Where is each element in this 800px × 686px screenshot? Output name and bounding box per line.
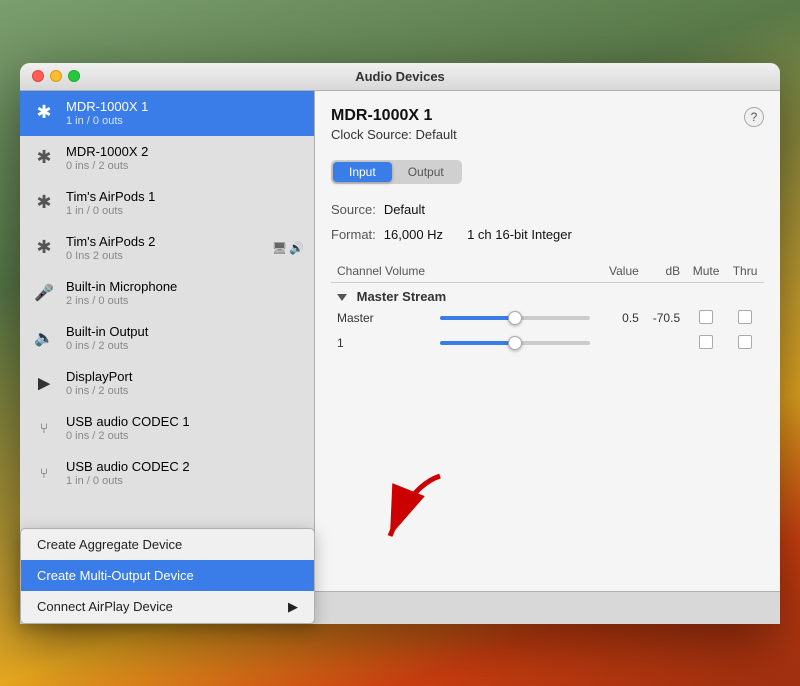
traffic-lights — [32, 70, 80, 82]
menu-item-aggregate[interactable]: Create Aggregate Device — [21, 529, 314, 560]
detail-header: MDR-1000X 1 Clock Source: Default ? — [331, 107, 764, 142]
dropdown-menu: Create Aggregate Device Create Multi-Out… — [20, 528, 315, 624]
master-channel-row: Master 0.5 -70.5 — [331, 306, 764, 331]
device-name: USB audio CODEC 2 — [66, 459, 304, 474]
format-hz: 16,000 Hz — [384, 227, 443, 242]
menu-item-airplay[interactable]: Connect AirPlay Device ▶ — [21, 591, 314, 623]
output-button[interactable]: Output — [392, 162, 460, 182]
cv-col-value: Value — [602, 260, 645, 283]
speaker-icon: 🔈 — [30, 324, 58, 352]
close-button[interactable] — [32, 70, 44, 82]
device-name: MDR-1000X 1 — [66, 99, 304, 114]
usb-icon: ⑂ — [30, 459, 58, 487]
bluetooth-icon: ✱ — [30, 189, 58, 217]
clock-source-label: Clock Source: — [331, 127, 412, 142]
device-io: 1 in / 0 outs — [66, 475, 304, 487]
source-value: Default — [384, 202, 425, 217]
device-io: 1 in / 0 outs — [66, 205, 304, 217]
cv-col-mute: Mute — [686, 260, 726, 283]
bluetooth-icon: ✱ — [30, 99, 58, 127]
master-slider-thumb[interactable] — [508, 311, 522, 325]
channel-1-slider-thumb[interactable] — [508, 336, 522, 350]
device-item-builtin-mic[interactable]: 🎤 Built-in Microphone 2 ins / 0 outs — [20, 271, 314, 316]
submenu-arrow-icon: ▶ — [288, 599, 298, 615]
master-label: Master — [331, 306, 434, 331]
device-item-displayport[interactable]: ▶ DisplayPort 0 ins / 2 outs — [20, 361, 314, 406]
bluetooth-icon: ✱ — [30, 234, 58, 262]
io-toggle: Input Output — [331, 160, 462, 184]
source-row: Source: Default — [331, 202, 764, 217]
menu-item-multi-output[interactable]: Create Multi-Output Device — [21, 560, 314, 591]
clock-source: Clock Source: Default — [331, 127, 457, 142]
master-slider-cell[interactable] — [434, 306, 601, 331]
source-label: Source: — [331, 202, 376, 217]
volume-controls: 🖥 🔊 — [272, 241, 304, 255]
channel-1-slider-cell[interactable] — [434, 331, 601, 356]
device-name: Built-in Output — [66, 324, 304, 339]
master-stream-row: Master Stream — [331, 282, 764, 306]
channel-1-slider-track — [440, 341, 590, 345]
sidebar: ✱ MDR-1000X 1 1 in / 0 outs ✱ MDR-1000X … — [20, 91, 315, 591]
channel-volume-table: Channel Volume Value dB Mute Thru Master… — [331, 260, 764, 356]
device-io: 2 ins / 0 outs — [66, 295, 304, 307]
help-button[interactable]: ? — [744, 107, 764, 127]
device-item-airpods2[interactable]: ✱ Tim's AirPods 2 0 Ins 2 outs 🖥 🔊 — [20, 226, 314, 271]
device-io: 0 ins / 2 outs — [66, 340, 304, 352]
master-value: 0.5 — [602, 306, 645, 331]
master-stream-label: Master Stream — [357, 289, 447, 304]
master-thru-checkbox[interactable] — [738, 310, 752, 324]
device-name: Built-in Microphone — [66, 279, 304, 294]
format-row: Format: 16,000 Hz 1 ch 16-bit Integer — [331, 227, 764, 242]
channel-1-label: 1 — [331, 331, 434, 356]
speaker-icon: 🔊 — [289, 241, 304, 255]
device-io: 0 Ins 2 outs — [66, 250, 272, 262]
device-io: 0 ins / 2 outs — [66, 160, 304, 172]
usb-icon: ⑂ — [30, 414, 58, 442]
device-name: DisplayPort — [66, 369, 304, 384]
cv-header-label: Channel Volume — [331, 260, 434, 283]
device-item-usb2[interactable]: ⑂ USB audio CODEC 2 1 in / 0 outs — [20, 451, 314, 496]
master-db: -70.5 — [645, 306, 686, 331]
device-name: Tim's AirPods 2 — [66, 234, 272, 249]
titlebar: Audio Devices — [20, 63, 780, 91]
clock-source-value: Default — [416, 127, 457, 142]
window-title: Audio Devices — [355, 69, 445, 84]
audio-devices-window: Audio Devices ✱ MDR-1000X 1 1 in / 0 out… — [20, 63, 780, 624]
detail-device-name: MDR-1000X 1 — [331, 107, 457, 125]
device-io: 0 ins / 2 outs — [66, 430, 304, 442]
device-item-mdr2[interactable]: ✱ MDR-1000X 2 0 ins / 2 outs — [20, 136, 314, 181]
device-item-builtin-out[interactable]: 🔈 Built-in Output 0 ins / 2 outs — [20, 316, 314, 361]
cv-col-thru: Thru — [726, 260, 764, 283]
format-bit: 1 ch 16-bit Integer — [467, 227, 572, 242]
master-slider-fill — [440, 316, 515, 320]
device-name: Tim's AirPods 1 — [66, 189, 304, 204]
device-item-mdr1[interactable]: ✱ MDR-1000X 1 1 in / 0 outs — [20, 91, 314, 136]
master-mute-checkbox[interactable] — [699, 310, 713, 324]
minimize-button[interactable] — [50, 70, 62, 82]
screen-icon: 🖥 — [272, 241, 287, 255]
master-slider-track — [440, 316, 590, 320]
channel-1-slider-fill — [440, 341, 515, 345]
device-io: 1 in / 0 outs — [66, 115, 304, 127]
bottom-toolbar: + − ⚙ ▾ Create Aggregate Device Create M… — [20, 591, 780, 624]
device-item-usb1[interactable]: ⑂ USB audio CODEC 1 0 ins / 2 outs — [20, 406, 314, 451]
device-name: MDR-1000X 2 — [66, 144, 304, 159]
channel-1-row: 1 — [331, 331, 764, 356]
cv-col-db: dB — [645, 260, 686, 283]
microphone-icon: 🎤 — [30, 279, 58, 307]
collapse-icon[interactable] — [337, 294, 347, 301]
format-label: Format: — [331, 227, 376, 242]
displayport-icon: ▶ — [30, 369, 58, 397]
device-item-airpods1[interactable]: ✱ Tim's AirPods 1 1 in / 0 outs — [20, 181, 314, 226]
ch1-thru-checkbox[interactable] — [738, 335, 752, 349]
device-io: 0 ins / 2 outs — [66, 385, 304, 397]
main-content: ✱ MDR-1000X 1 1 in / 0 outs ✱ MDR-1000X … — [20, 91, 780, 591]
maximize-button[interactable] — [68, 70, 80, 82]
bluetooth-icon: ✱ — [30, 144, 58, 172]
detail-panel: MDR-1000X 1 Clock Source: Default ? Inpu… — [315, 91, 780, 591]
input-button[interactable]: Input — [333, 162, 392, 182]
ch1-mute-checkbox[interactable] — [699, 335, 713, 349]
device-name: USB audio CODEC 1 — [66, 414, 304, 429]
